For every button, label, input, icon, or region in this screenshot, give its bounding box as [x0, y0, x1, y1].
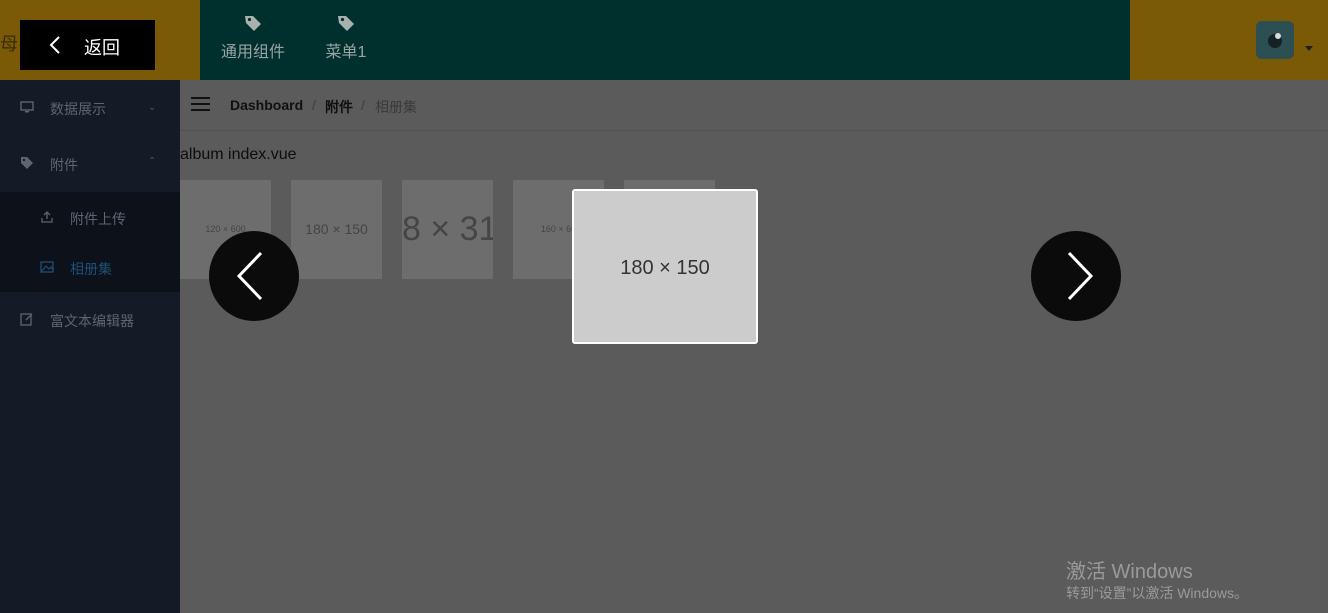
top-header: 母 通用组件 菜单1: [0, 0, 1328, 80]
sidebar: 数据展示 ⌄ 附件 ⌃ 附件上传 相册集 富文本编辑器: [0, 80, 180, 613]
avatar-icon: [1268, 33, 1282, 48]
sidebar-submenu: 附件上传 相册集: [0, 192, 180, 292]
album-thumbnail[interactable]: 180 × 150: [291, 180, 382, 279]
next-image-button[interactable]: [1031, 231, 1121, 321]
topnav-item-label: 通用组件: [220, 44, 285, 61]
windows-activation-subtitle: 转到“设置”以激活 Windows。: [1066, 585, 1249, 601]
windows-activation-title: 激活 Windows: [1066, 561, 1193, 583]
tag-icon: [21, 157, 33, 169]
sidebar-item-rich-text-editor[interactable]: 富文本编辑器: [0, 292, 180, 348]
chevron-up-icon: ⌃: [148, 156, 157, 167]
tag-icon: [245, 16, 261, 31]
sidebar-item-label: 附件: [50, 157, 78, 173]
chevron-right-icon: [1067, 251, 1094, 301]
topnav-item-menu1[interactable]: 菜单1: [324, 0, 368, 80]
prev-image-button[interactable]: [209, 231, 299, 321]
sidebar-item-data-display[interactable]: 数据展示 ⌄: [0, 80, 180, 136]
sidebar-item-attachments[interactable]: 附件 ⌃: [0, 136, 180, 192]
breadcrumb-item-attachments[interactable]: 附件: [325, 97, 353, 117]
hamburger-menu-icon[interactable]: [191, 97, 210, 111]
breadcrumb-item-dashboard[interactable]: Dashboard: [230, 97, 303, 113]
sidebar-subitem-label: 附件上传: [70, 211, 126, 227]
chevron-down-icon: ⌄: [148, 102, 157, 113]
sidebar-subitem-label: 相册集: [70, 261, 112, 277]
chevron-left-icon: [49, 36, 60, 54]
image-icon: [40, 261, 54, 273]
upload-icon: [41, 211, 53, 223]
breadcrumb-separator: /: [361, 97, 365, 113]
top-navigation: 通用组件 菜单1: [200, 0, 1130, 80]
sidebar-item-label: 富文本编辑器: [50, 313, 134, 329]
tag-icon: [338, 16, 354, 31]
breadcrumb-bar: Dashboard / 附件 / 相册集: [180, 80, 1328, 131]
user-avatar[interactable]: [1256, 21, 1294, 59]
sidebar-subitem-album[interactable]: 相册集: [0, 242, 180, 292]
topnav-item-label: 菜单1: [325, 44, 367, 61]
breadcrumb-item-album: 相册集: [375, 99, 417, 115]
sidebar-subitem-upload[interactable]: 附件上传: [0, 192, 180, 242]
album-thumbnail[interactable]: 8 × 31: [402, 180, 493, 279]
back-button-label: 返回: [84, 38, 120, 58]
breadcrumb-separator: /: [312, 97, 316, 113]
caret-down-icon[interactable]: [1305, 46, 1313, 51]
app-brand: 母: [0, 34, 18, 54]
preview-image-label: 180 × 150: [620, 257, 710, 279]
monitor-icon: [20, 101, 34, 113]
topnav-item-components[interactable]: 通用组件: [220, 0, 286, 80]
chevron-left-icon: [236, 251, 263, 301]
image-preview: 180 × 150: [572, 189, 758, 344]
main-content: Dashboard / 附件 / 相册集 album index.vue 120…: [180, 80, 1328, 613]
page-title: album index.vue: [180, 146, 297, 163]
back-button[interactable]: 返回: [20, 20, 155, 70]
edit-icon: [20, 313, 33, 326]
sidebar-item-label: 数据展示: [50, 101, 106, 117]
